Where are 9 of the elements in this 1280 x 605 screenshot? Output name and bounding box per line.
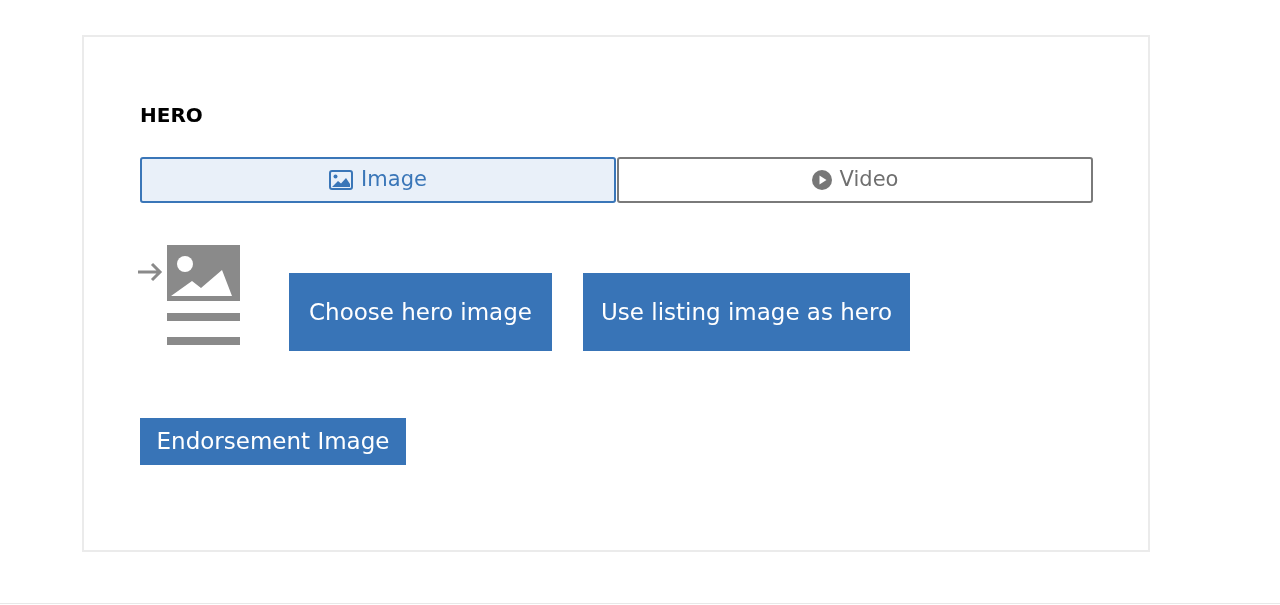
tab[interactable]: Image bbox=[140, 157, 616, 203]
section-title: HERO bbox=[140, 103, 203, 127]
image-icon bbox=[329, 170, 354, 190]
tab[interactable]: Video bbox=[617, 157, 1093, 203]
image-placement-icon bbox=[138, 245, 240, 345]
play-icon bbox=[811, 170, 832, 190]
endorsement-image-button[interactable]: Endorsement Image bbox=[140, 418, 406, 465]
choose-image-button[interactable]: Choose hero image bbox=[289, 273, 552, 351]
use-listing-image-button[interactable]: Use listing image as hero bbox=[583, 273, 910, 351]
